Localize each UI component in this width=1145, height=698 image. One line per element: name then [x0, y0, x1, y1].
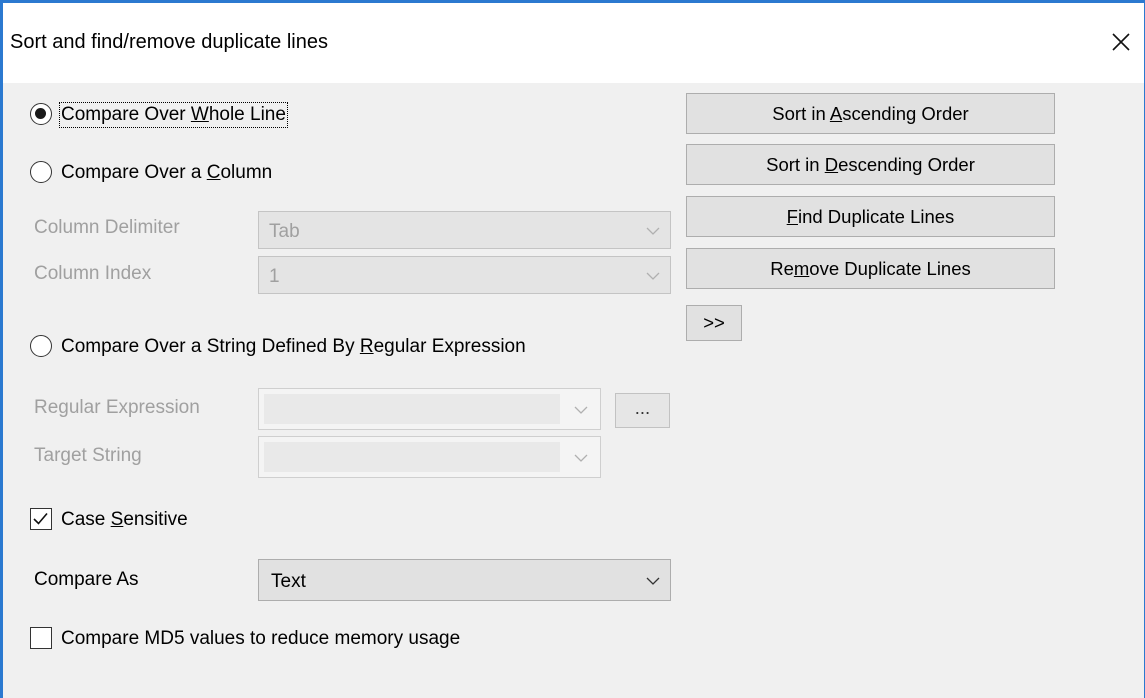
remove-duplicate-lines-label: Remove Duplicate Lines	[770, 257, 971, 279]
title-bar: Sort and find/remove duplicate lines	[3, 3, 1144, 83]
column-label[interactable]: Compare Over a Column	[61, 162, 272, 184]
regex-label[interactable]: Compare Over a String Defined By Regular…	[61, 336, 526, 358]
regular-expression-input[interactable]	[258, 388, 601, 430]
find-duplicate-lines-label: Find Duplicate Lines	[786, 205, 955, 227]
md5-label[interactable]: Compare MD5 values to reduce memory usag…	[61, 628, 460, 650]
sort-ascending-label: Sort in Ascending Order	[772, 102, 969, 124]
more-options-button[interactable]: >>	[686, 305, 742, 341]
target-string-field[interactable]	[264, 442, 560, 472]
column-radio[interactable]	[30, 161, 52, 183]
more-options-label: >>	[703, 312, 725, 333]
sort-descending-label: Sort in Descending Order	[766, 153, 975, 175]
case-sensitive-label[interactable]: Case Sensitive	[61, 509, 188, 531]
column-index-label: Column Index	[34, 263, 152, 284]
find-duplicate-lines-button[interactable]: Find Duplicate Lines	[686, 196, 1055, 237]
browse-regex-button[interactable]: ...	[615, 393, 670, 428]
regex-radio[interactable]	[30, 335, 52, 357]
column-index-value: 1	[269, 266, 280, 287]
target-string-label: Target String	[34, 445, 142, 466]
sort-ascending-button[interactable]: Sort in Ascending Order	[686, 93, 1055, 134]
chevron-down-icon	[574, 406, 588, 414]
whole-line-radio[interactable]	[30, 103, 52, 125]
chevron-down-icon	[646, 272, 660, 280]
compare-as-value: Text	[271, 571, 306, 592]
case-sensitive-checkbox[interactable]	[30, 508, 52, 530]
column-delimiter-select[interactable]: Tab	[258, 211, 671, 249]
close-button[interactable]	[1104, 25, 1138, 59]
column-delimiter-label: Column Delimiter	[34, 217, 180, 238]
chevron-down-icon	[646, 577, 660, 585]
checkmark-icon	[33, 512, 48, 525]
whole-line-label[interactable]: Compare Over Whole Line	[59, 102, 288, 128]
dialog-window: Sort and find/remove duplicate lines Com…	[0, 0, 1145, 698]
chevron-down-icon	[574, 454, 588, 462]
compare-as-label: Compare As	[34, 569, 139, 590]
window-title: Sort and find/remove duplicate lines	[10, 31, 328, 53]
regular-expression-label: Regular Expression	[34, 397, 200, 418]
regular-expression-field[interactable]	[264, 394, 560, 424]
target-string-input[interactable]	[258, 436, 601, 478]
compare-as-select[interactable]: Text	[258, 559, 671, 601]
md5-checkbox[interactable]	[30, 627, 52, 649]
sort-descending-button[interactable]: Sort in Descending Order	[686, 144, 1055, 185]
column-index-select[interactable]: 1	[258, 256, 671, 294]
chevron-down-icon	[646, 227, 660, 235]
close-icon	[1112, 33, 1130, 51]
browse-regex-label: ...	[634, 396, 651, 418]
column-delimiter-value: Tab	[269, 221, 300, 242]
remove-duplicate-lines-button[interactable]: Remove Duplicate Lines	[686, 248, 1055, 289]
